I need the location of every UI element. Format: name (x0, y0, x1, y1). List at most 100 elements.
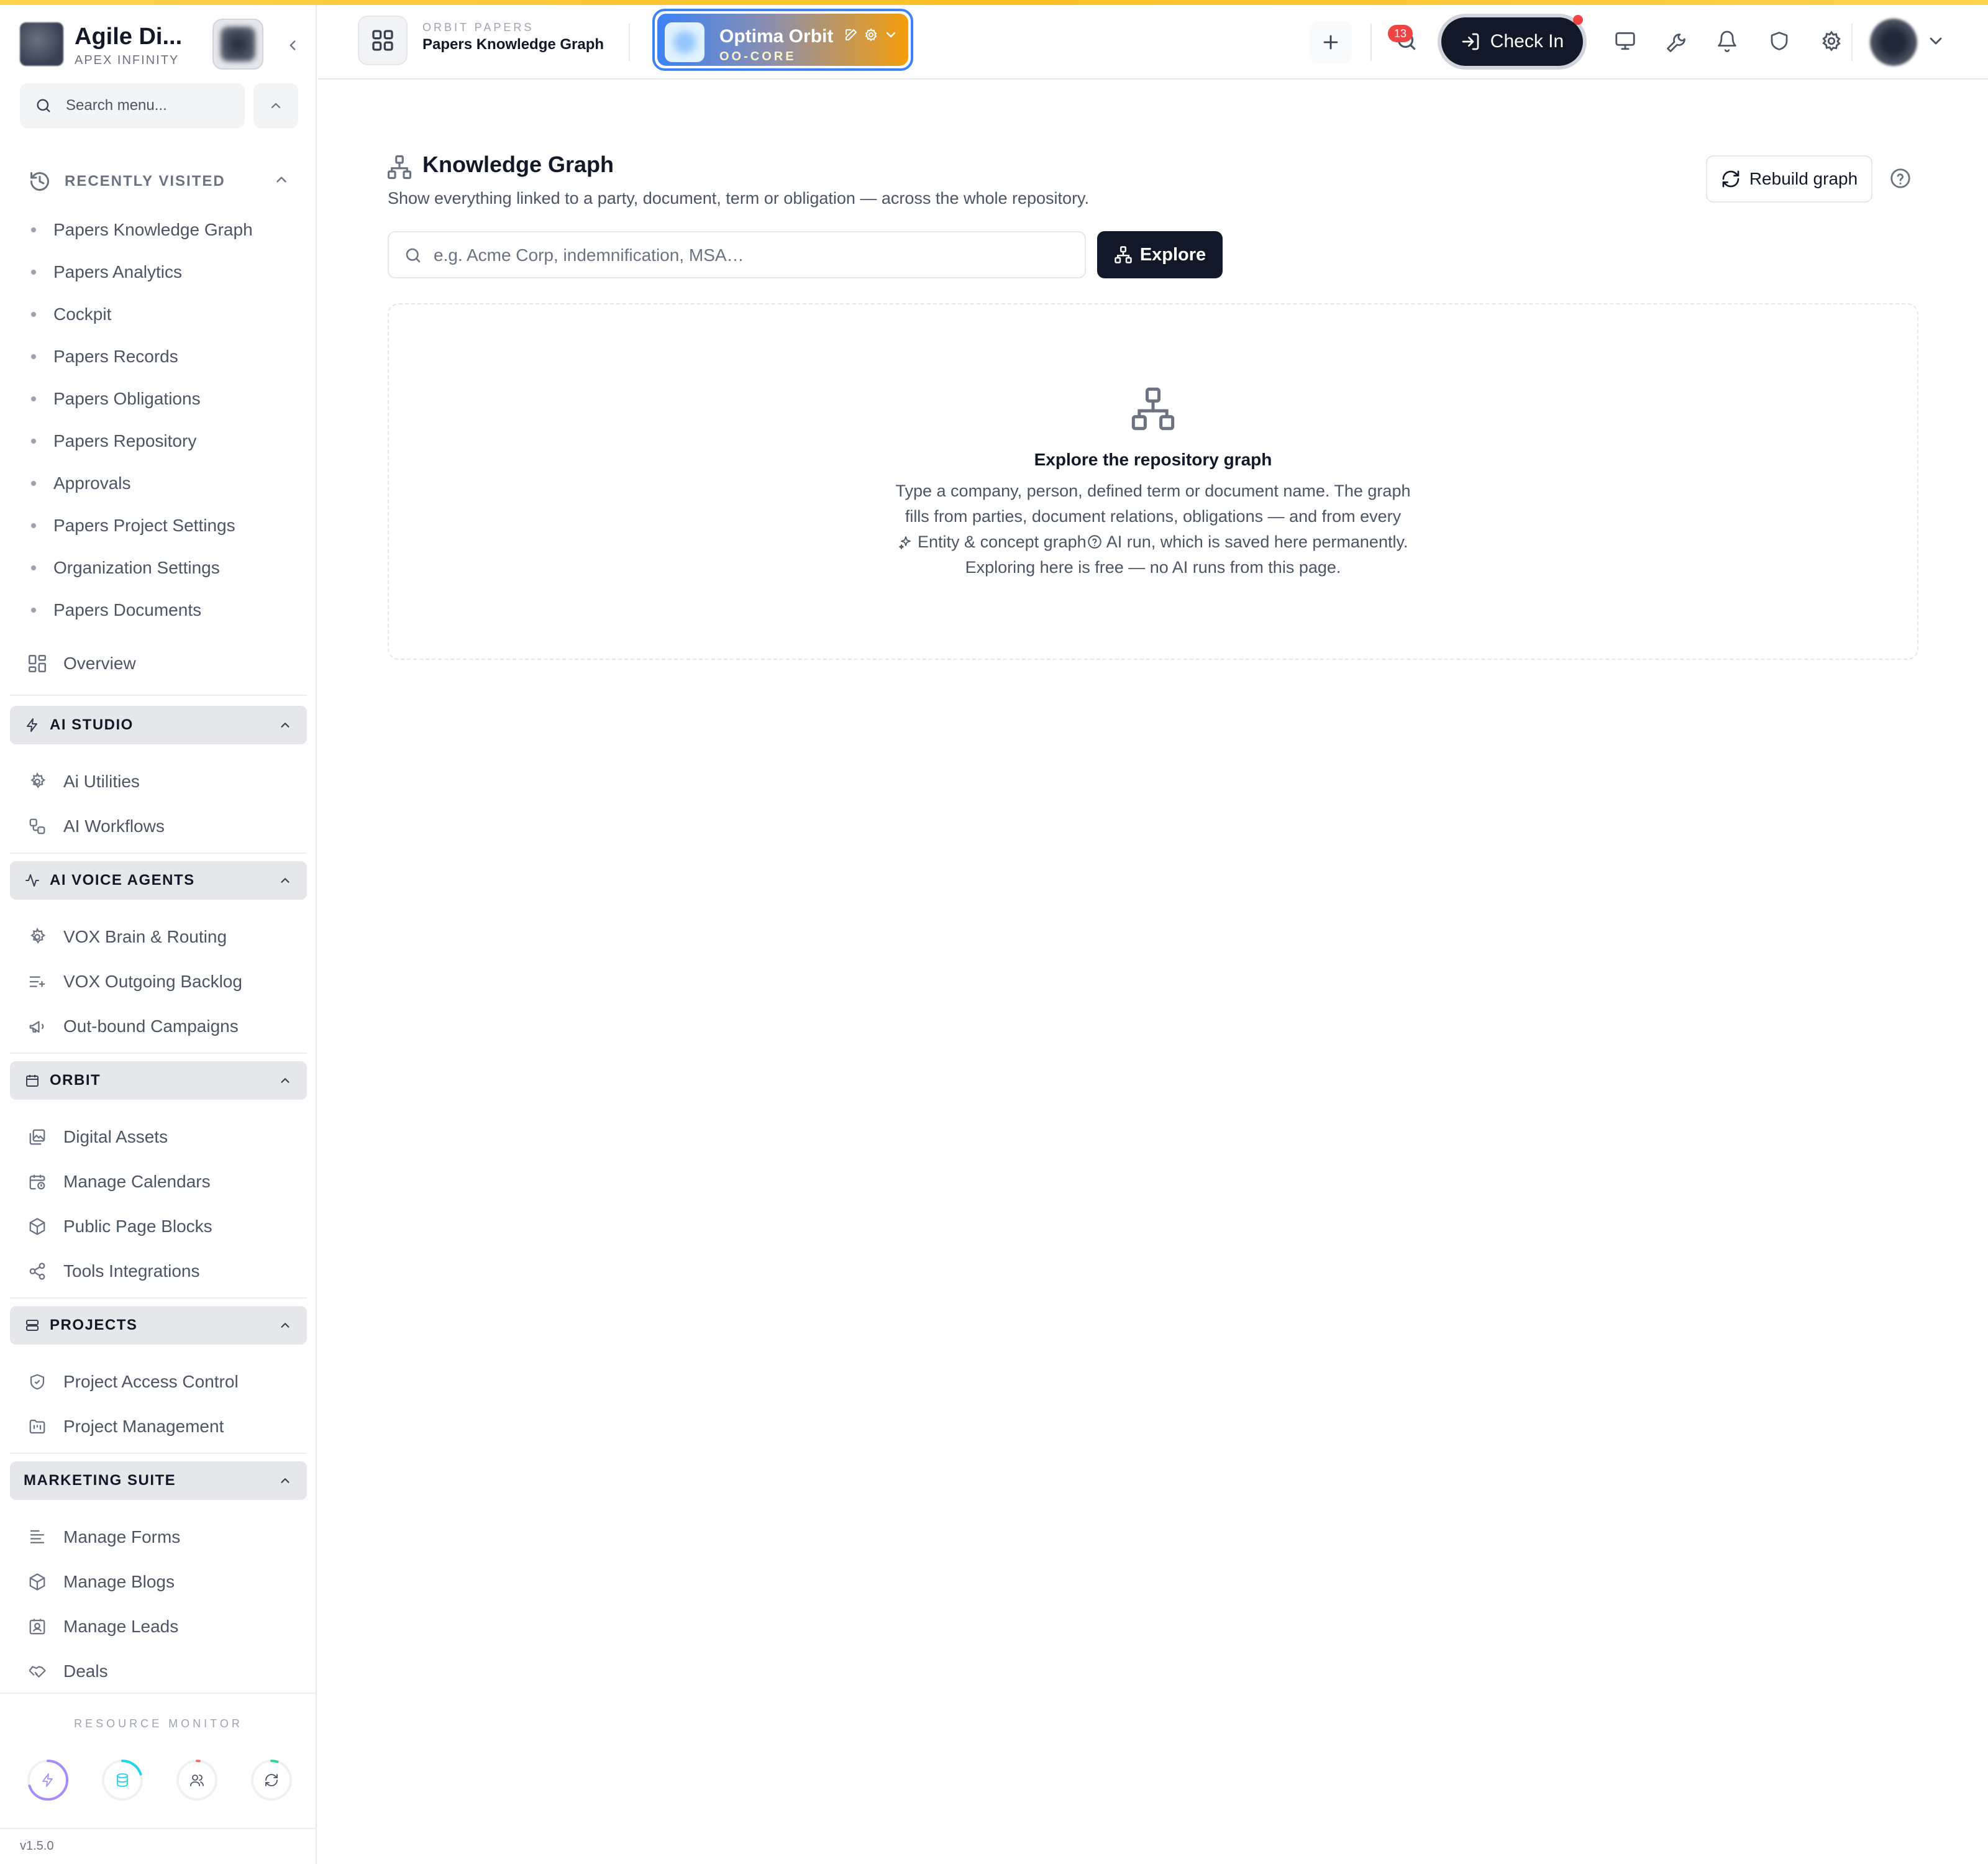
section-title: MARKETING SUITE (24, 1472, 176, 1489)
monitor-button[interactable] (1608, 24, 1643, 58)
sidebar-item-label: Public Page Blocks (63, 1217, 212, 1236)
status-dot (1573, 15, 1583, 25)
rebuild-graph-label: Rebuild graph (1749, 169, 1858, 188)
collapse-sidebar-button[interactable] (277, 30, 308, 61)
recent-item[interactable]: Papers Knowledge Graph (31, 209, 304, 251)
recent-item[interactable]: Papers Records (31, 336, 304, 378)
workspace-avatar[interactable] (212, 19, 263, 70)
help-icon[interactable] (1087, 534, 1103, 550)
bell-icon (1718, 30, 1736, 52)
resource-monitor-label: RESOURCE MONITOR (74, 1717, 243, 1730)
resource-gauge[interactable] (101, 1758, 144, 1802)
section-header-ai-studio[interactable]: AI STUDIO (10, 706, 307, 744)
recent-item-label: Papers Obligations (53, 389, 201, 408)
bullet-icon (31, 523, 36, 528)
check-in-button[interactable]: Check In (1438, 14, 1587, 70)
notifications-button[interactable] (1710, 24, 1744, 58)
layout-grid-icon (25, 651, 50, 676)
recent-item[interactable]: Cockpit (31, 293, 304, 336)
brand-subtitle: APEX INFINITY (75, 53, 180, 67)
sidebar-search-placeholder: Search menu... (66, 97, 167, 114)
graph-search-input[interactable] (434, 241, 1067, 270)
divider (10, 695, 307, 696)
sidebar-item-manage-blogs[interactable]: Manage Blogs (25, 1565, 298, 1599)
sidebar-item-ai-workflows[interactable]: AI Workflows (25, 809, 298, 844)
section-header-marketing-suite[interactable]: MARKETING SUITE (10, 1461, 307, 1500)
bullet-icon (31, 565, 36, 570)
security-button[interactable] (1762, 24, 1797, 58)
explore-button[interactable]: Explore (1097, 231, 1223, 278)
user-avatar[interactable] (1870, 19, 1917, 66)
sidebar-search-toggle[interactable] (253, 83, 298, 128)
sidebar-item-project-access-control[interactable]: Project Access Control (25, 1364, 298, 1399)
recent-item[interactable]: Papers Analytics (31, 251, 304, 293)
sidebar-item-outbound-campaigns[interactable]: Out-bound Campaigns (25, 1009, 298, 1044)
section-header-ai-voice-agents[interactable]: AI VOICE AGENTS (10, 861, 307, 900)
section-header-projects[interactable]: PROJECTS (10, 1306, 307, 1345)
network-icon (1131, 387, 1175, 431)
sidebar-item-manage-calendars[interactable]: Manage Calendars (25, 1164, 298, 1199)
bullet-icon (31, 608, 36, 613)
divider (10, 1297, 307, 1299)
chevron-down-icon[interactable] (1926, 31, 1946, 51)
rebuild-graph-button[interactable]: Rebuild graph (1706, 155, 1872, 203)
recent-item[interactable]: Papers Repository (31, 420, 304, 462)
sidebar-item-vox-brain-routing[interactable]: VOX Brain & Routing (25, 920, 298, 954)
recent-item[interactable]: Organization Settings (31, 547, 304, 589)
settings-button[interactable] (1814, 24, 1849, 58)
sidebar-search-input[interactable]: Search menu... (20, 83, 245, 128)
check-in-label: Check In (1490, 31, 1564, 52)
recent-item-label: Papers Documents (53, 600, 202, 619)
sidebar-item-tools-integrations[interactable]: Tools Integrations (25, 1254, 298, 1289)
sidebar-item-label: AI Workflows (63, 816, 165, 836)
bullet-icon (31, 270, 36, 275)
recent-item-label: Papers Project Settings (53, 516, 235, 535)
edit-icon[interactable] (844, 27, 859, 42)
section-header-orbit[interactable]: ORBIT (10, 1061, 307, 1100)
recently-visited-list: Papers Knowledge Graph Papers Analytics … (31, 209, 304, 631)
images-icon (25, 1125, 50, 1149)
sparkles-icon (898, 536, 911, 549)
project-selector[interactable]: Optima Orbit OO-CORE (652, 9, 913, 71)
sidebar-item-overview[interactable]: Overview (25, 646, 298, 681)
app-switcher-button[interactable] (358, 16, 408, 65)
sidebar-item-digital-assets[interactable]: Digital Assets (25, 1120, 298, 1154)
bullet-icon (31, 227, 36, 232)
resource-gauge[interactable] (250, 1758, 293, 1802)
gear-icon (25, 769, 50, 794)
recent-item[interactable]: Approvals (31, 462, 304, 505)
recent-item-label: Papers Analytics (53, 262, 182, 281)
recent-item[interactable]: Papers Documents (31, 589, 304, 631)
sidebar-item-label: VOX Brain & Routing (63, 927, 227, 946)
sidebar-item-label: Ai Utilities (63, 772, 140, 791)
chevron-up-icon (281, 1478, 290, 1483)
megaphone-icon (25, 1014, 50, 1039)
help-icon[interactable] (1889, 167, 1912, 190)
chevron-down-icon[interactable] (883, 27, 898, 42)
network-icon (387, 155, 412, 180)
section-title: AI VOICE AGENTS (50, 872, 195, 889)
sidebar-item-manage-forms[interactable]: Manage Forms (25, 1520, 298, 1555)
recently-visited-header[interactable]: RECENTLY VISITED (29, 167, 290, 196)
gear-icon (25, 925, 50, 949)
sidebar-item-deals[interactable]: Deals (25, 1654, 298, 1689)
sidebar-item-label: Digital Assets (63, 1127, 168, 1146)
sidebar-item-ai-utilities[interactable]: Ai Utilities (25, 764, 298, 799)
sidebar-item-manage-leads[interactable]: Manage Leads (25, 1609, 298, 1644)
explore-label: Explore (1139, 244, 1206, 265)
gear-icon[interactable] (864, 27, 878, 42)
sidebar-item-public-page-blocks[interactable]: Public Page Blocks (25, 1209, 298, 1244)
check-in-body: Check In (1441, 17, 1583, 66)
sidebar-item-vox-outgoing-backlog[interactable]: VOX Outgoing Backlog (25, 964, 298, 999)
graph-search-field[interactable] (388, 231, 1086, 278)
network-icon (1115, 246, 1132, 263)
recent-item[interactable]: Papers Project Settings (31, 505, 304, 547)
tools-button[interactable] (1659, 24, 1694, 58)
section-title: ORBIT (50, 1072, 101, 1089)
entity-concept-graph-link[interactable]: Entity & concept graph (918, 532, 1087, 551)
recent-item[interactable]: Papers Obligations (31, 378, 304, 420)
sidebar-item-project-management[interactable]: Project Management (25, 1409, 298, 1444)
add-button[interactable] (1310, 21, 1352, 63)
resource-gauge[interactable] (175, 1758, 219, 1802)
resource-gauge[interactable] (26, 1758, 70, 1802)
